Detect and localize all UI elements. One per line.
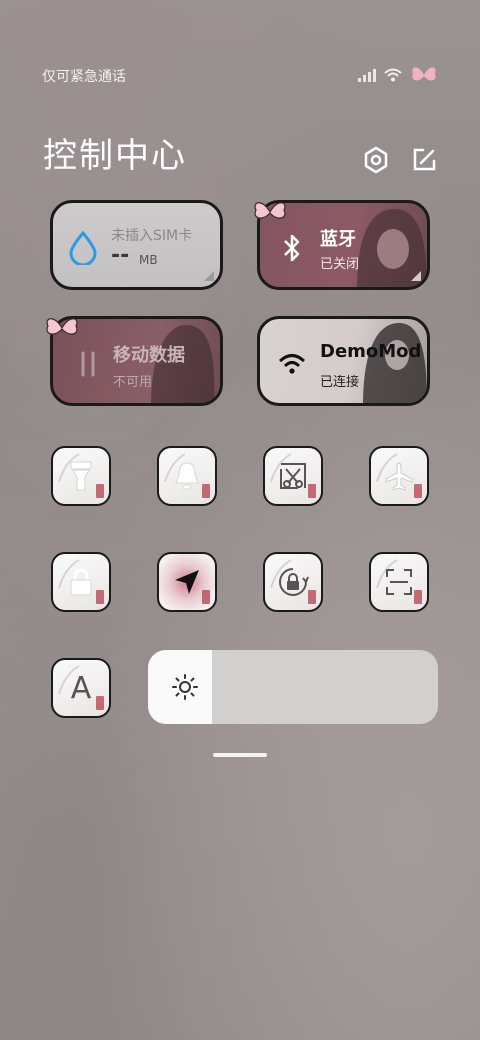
flashlight-toggle[interactable] <box>51 446 111 506</box>
mute-toggle[interactable] <box>157 446 217 506</box>
seal-stamp <box>308 590 316 604</box>
water-drop-icon <box>69 231 97 265</box>
bamboo-decoration <box>58 453 80 482</box>
seal-stamp <box>414 590 422 604</box>
anime-portrait-decoration <box>363 323 427 403</box>
status-icons <box>358 64 438 86</box>
lock-screen-toggle[interactable] <box>51 552 111 612</box>
sun-icon <box>172 674 198 700</box>
seal-stamp <box>202 484 210 498</box>
seal-stamp <box>96 696 104 710</box>
seal-stamp <box>308 484 316 498</box>
brightness-slider[interactable] <box>148 650 438 724</box>
wifi-network-name: DemoMod <box>320 341 422 362</box>
rotation-lock-toggle[interactable] <box>263 552 323 612</box>
bluetooth-status: 已关闭 <box>320 257 360 272</box>
bluetooth-label: 蓝牙 <box>320 229 356 250</box>
edit-icon[interactable] <box>409 145 439 175</box>
screenshot-toggle[interactable] <box>263 446 323 506</box>
wifi-status: 已连接 <box>320 375 360 390</box>
signal-icon <box>358 69 376 82</box>
mobile-data-status: 不可用 <box>113 375 153 390</box>
mobile-data-label: 移动数据 <box>113 345 185 366</box>
bamboo-decoration <box>164 453 186 482</box>
bluetooth-icon <box>284 234 300 262</box>
seal-stamp <box>202 590 210 604</box>
butterfly-decoration-icon <box>46 318 78 335</box>
carrier-status-text: 仅可紧急通话 <box>42 69 126 85</box>
data-usage-unit: MB <box>139 253 158 267</box>
corner-fold <box>411 271 421 281</box>
corner-fold <box>204 271 214 281</box>
mobile-data-icon <box>81 351 95 377</box>
bamboo-decoration <box>58 559 80 588</box>
bamboo-decoration <box>376 453 398 482</box>
airplane-toggle[interactable] <box>369 446 429 506</box>
bamboo-decoration <box>270 559 292 588</box>
wifi-status-icon <box>384 68 402 82</box>
home-handle-bar[interactable] <box>213 753 267 757</box>
butterfly-decoration-icon <box>254 202 286 219</box>
bamboo-decoration <box>376 559 398 588</box>
bamboo-decoration <box>270 453 292 482</box>
page-title: 控制中心 <box>43 136 187 176</box>
butterfly-battery-icon <box>412 67 436 81</box>
data-usage-tile[interactable]: 未插入SIM卡 -- MB <box>50 200 223 290</box>
location-arrow-icon <box>175 570 199 594</box>
seal-stamp <box>96 590 104 604</box>
font-toggle[interactable]: A <box>51 658 111 718</box>
seal-stamp <box>96 484 104 498</box>
sim-status-label: 未插入SIM卡 <box>111 228 193 244</box>
seal-stamp <box>414 484 422 498</box>
scan-toggle[interactable] <box>369 552 429 612</box>
data-usage-value: -- <box>111 243 130 268</box>
location-toggle[interactable] <box>157 552 217 612</box>
settings-gear-icon[interactable] <box>361 145 391 175</box>
wifi-icon <box>278 354 306 374</box>
wifi-tile[interactable]: DemoMod 已连接 <box>257 316 430 406</box>
bamboo-decoration <box>58 665 80 694</box>
